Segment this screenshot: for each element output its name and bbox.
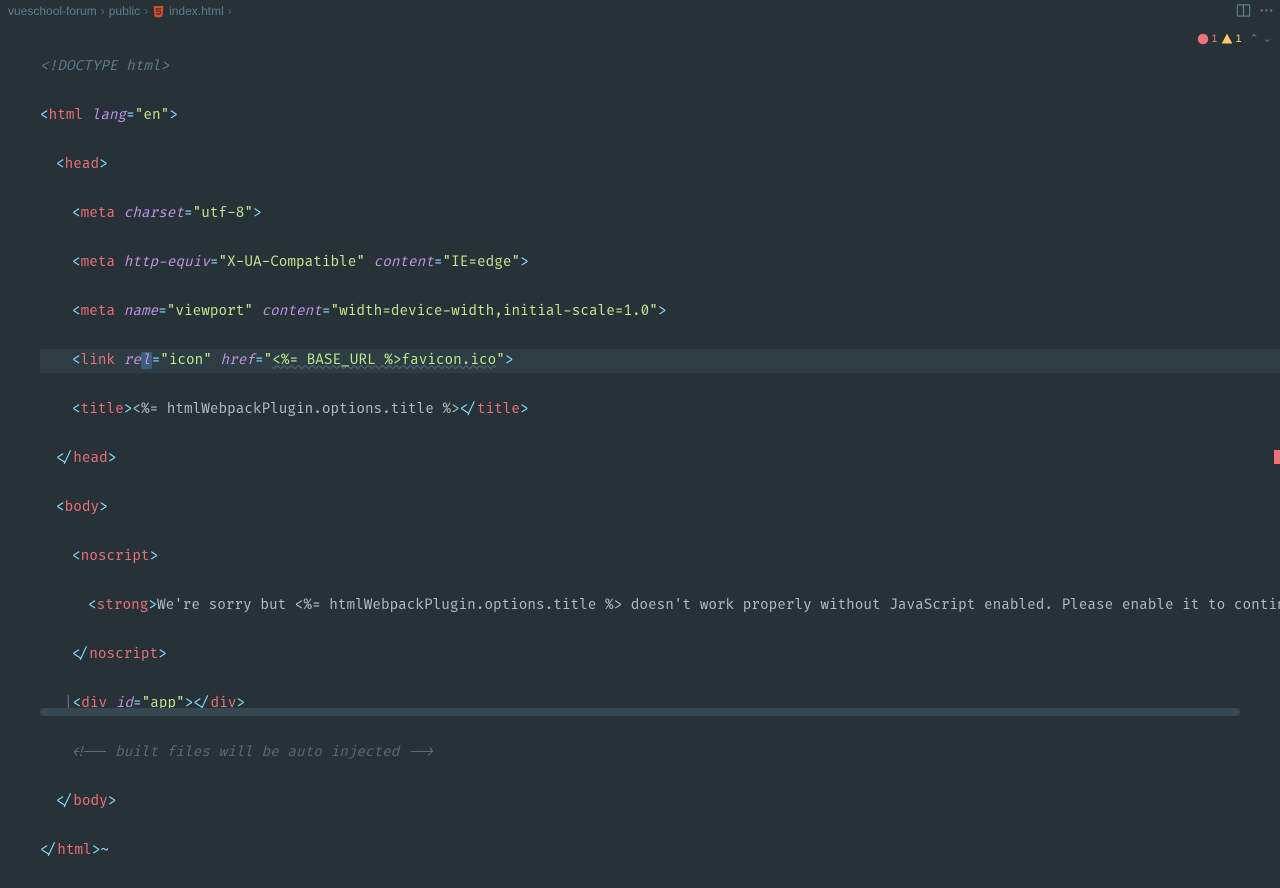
breadcrumb[interactable]: vueschool-forum › public › index.html › <box>0 0 1280 22</box>
more-icon[interactable] <box>1259 3 1274 23</box>
error-badge[interactable]: 1 <box>1197 33 1217 45</box>
chevron-right-icon: › <box>228 4 232 18</box>
warning-badge[interactable]: 1 <box>1221 33 1241 45</box>
breadcrumb-root[interactable]: vueschool-forum <box>8 4 97 18</box>
breadcrumb-folder[interactable]: public <box>109 4 140 18</box>
chevron-right-icon: › <box>144 4 148 18</box>
editor-top-actions <box>1236 3 1274 23</box>
chevron-up-icon[interactable]: ⌃ <box>1250 32 1259 45</box>
problem-badges[interactable]: 1 1 ⌃ ⌄ <box>1197 32 1272 45</box>
chevron-right-icon: › <box>101 4 105 18</box>
breadcrumb-file[interactable]: index.html <box>169 4 224 18</box>
chevron-down-icon[interactable]: ⌄ <box>1263 32 1272 45</box>
minimap-error-marker[interactable] <box>1274 450 1280 464</box>
split-editor-icon[interactable] <box>1236 3 1251 23</box>
html-file-icon <box>152 5 165 18</box>
code-editor[interactable]: <!DOCTYPE html> <html lang="en"> <head> … <box>0 22 1280 888</box>
horizontal-scrollbar[interactable] <box>40 708 1240 716</box>
problem-nav: ⌃ ⌄ <box>1250 32 1272 45</box>
